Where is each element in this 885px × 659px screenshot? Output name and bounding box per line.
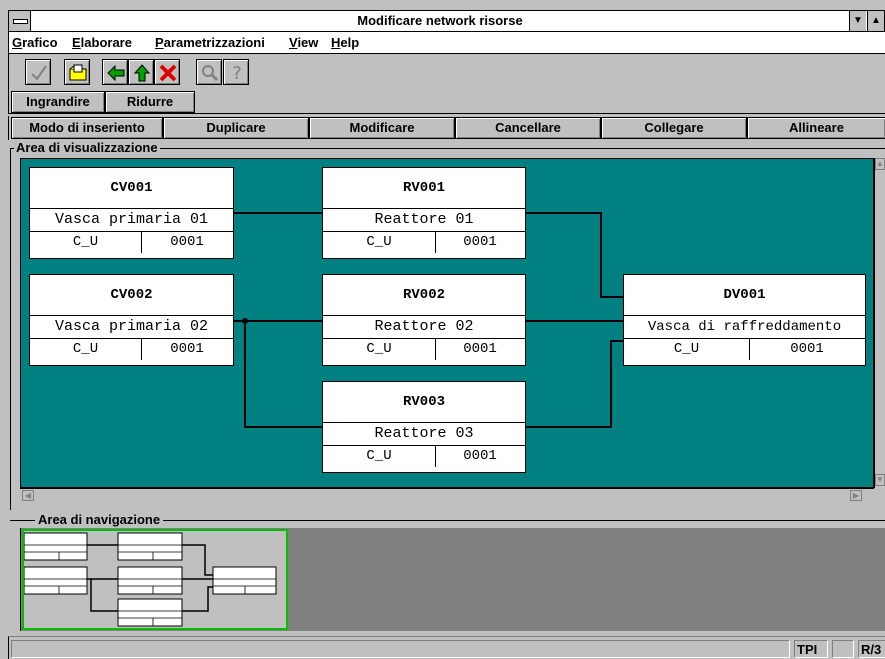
mode-modify-button[interactable]: Modificare <box>309 117 455 139</box>
mode-align-button[interactable]: Allineare <box>747 117 885 139</box>
menu-elaborare[interactable]: Elaborare <box>72 35 132 50</box>
window-title: Modificare network risorse <box>357 13 523 28</box>
mode-insert-button[interactable]: Modo di inseriento <box>11 117 163 139</box>
node-id: RV003 <box>323 382 525 423</box>
vertical-scrollbar[interactable]: ▲ ▼ <box>874 158 885 488</box>
navigation-area-label: Area di navigazione <box>35 512 164 528</box>
node-code: C_U <box>323 339 436 360</box>
node-id: CV001 <box>30 168 233 209</box>
reduce-button[interactable]: Ridurre <box>105 91 195 113</box>
node-number: 0001 <box>790 341 824 357</box>
node-number: 0001 <box>463 341 497 357</box>
system-menu-icon[interactable] <box>9 11 31 31</box>
node-id: RV001 <box>323 168 525 209</box>
status-message <box>11 640 790 658</box>
node-number: 0001 <box>170 341 204 357</box>
menu-view[interactable]: View <box>289 35 318 50</box>
node-id: RV002 <box>323 275 525 316</box>
open-folder-icon[interactable] <box>64 59 90 85</box>
node-description: Reattore 02 <box>323 316 525 339</box>
horizontal-scrollbar[interactable]: ◀ ▶ <box>20 488 874 502</box>
status-cell-r3: R/3 <box>858 640 885 658</box>
menu-grafico[interactable]: Grafico <box>12 35 58 50</box>
navigation-viewport[interactable] <box>22 529 288 630</box>
node-rv001[interactable]: RV001 Reattore 01 C_U 0001 <box>322 167 526 259</box>
mode-delete-button[interactable]: Cancellare <box>455 117 601 139</box>
enlarge-button[interactable]: Ingrandire <box>11 91 105 113</box>
delete-x-icon[interactable] <box>154 59 180 85</box>
help-icon[interactable]: ? <box>223 59 249 85</box>
network-canvas[interactable]: CV001 Vasca primaria 01 C_U 0001 RV001 R… <box>20 158 874 488</box>
status-cell-tpi: TPI <box>794 640 828 658</box>
node-number: 0001 <box>463 234 497 250</box>
scroll-left-icon[interactable]: ◀ <box>22 490 34 501</box>
zoom-icon[interactable] <box>196 59 222 85</box>
node-dv001[interactable]: DV001 Vasca di raffreddamento C_U 0001 <box>623 274 866 366</box>
node-code: C_U <box>323 232 436 253</box>
node-cv001[interactable]: CV001 Vasca primaria 01 C_U 0001 <box>29 167 234 259</box>
node-id: DV001 <box>624 275 865 316</box>
node-description: Reattore 03 <box>323 423 525 446</box>
zoom-row: Ingrandire Ridurre <box>8 90 885 114</box>
toolbar: ? <box>8 54 885 90</box>
svg-text:?: ? <box>232 63 242 83</box>
maximize-button[interactable]: ▲ <box>867 11 884 31</box>
back-arrow-icon[interactable] <box>102 59 128 85</box>
node-cv002[interactable]: CV002 Vasca primaria 02 C_U 0001 <box>29 274 234 366</box>
mode-connect-button[interactable]: Collegare <box>601 117 747 139</box>
scroll-down-icon[interactable]: ▼ <box>875 474 885 486</box>
title-bar: Modificare network risorse ▼ ▲ <box>8 10 885 32</box>
navigation-minimap <box>23 532 277 627</box>
node-rv002[interactable]: RV002 Reattore 02 C_U 0001 <box>322 274 526 366</box>
mode-duplicate-button[interactable]: Duplicare <box>163 117 309 139</box>
node-description: Reattore 01 <box>323 209 525 232</box>
node-code: C_U <box>323 446 436 467</box>
menu-parametrizzazioni[interactable]: Parametrizzazioni <box>155 35 265 50</box>
menu-bar: Grafico Elaborare Parametrizzazioni View… <box>8 32 885 54</box>
status-bar: TPI R/3 <box>8 636 885 659</box>
up-arrow-icon[interactable] <box>128 59 154 85</box>
node-code: C_U <box>624 339 750 360</box>
scroll-right-icon[interactable]: ▶ <box>850 490 862 501</box>
node-code: C_U <box>30 339 142 360</box>
status-cell-empty <box>832 640 854 658</box>
menu-help[interactable]: Help <box>331 35 359 50</box>
node-description: Vasca primaria 02 <box>30 316 233 339</box>
node-id: CV002 <box>30 275 233 316</box>
mode-row: Modo di inseriento Duplicare Modificare … <box>8 116 885 140</box>
minimize-button[interactable]: ▼ <box>849 11 866 31</box>
check-icon[interactable] <box>25 59 51 85</box>
node-description: Vasca di raffreddamento <box>624 316 865 339</box>
scroll-up-icon[interactable]: ▲ <box>875 158 885 170</box>
node-code: C_U <box>30 232 142 253</box>
node-number: 0001 <box>170 234 204 250</box>
node-rv003[interactable]: RV003 Reattore 03 C_U 0001 <box>322 381 526 473</box>
node-description: Vasca primaria 01 <box>30 209 233 232</box>
visualization-area-label: Area di visualizzazione <box>14 140 160 156</box>
node-number: 0001 <box>463 448 497 464</box>
